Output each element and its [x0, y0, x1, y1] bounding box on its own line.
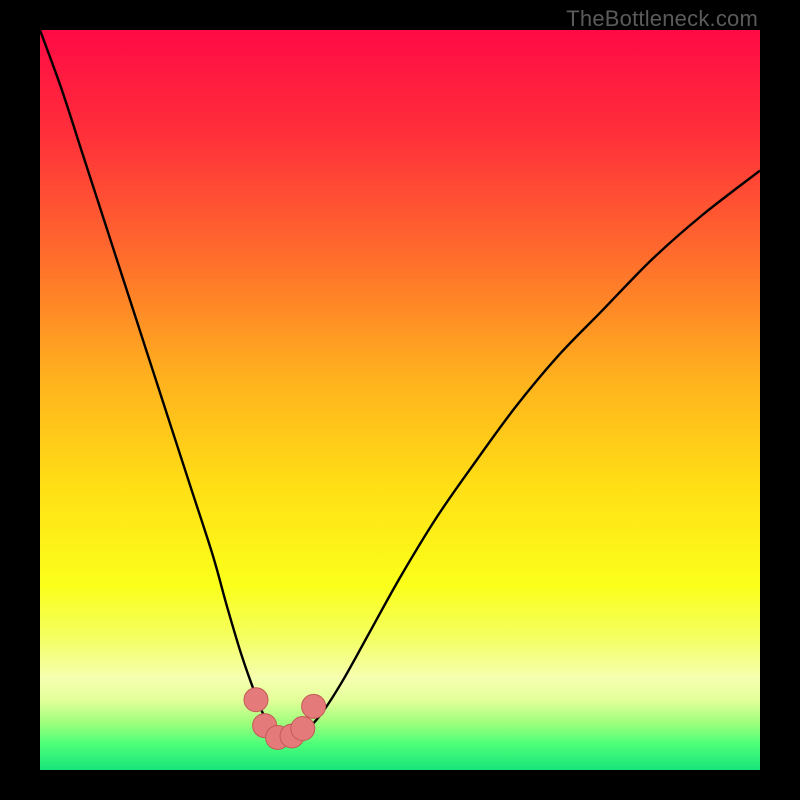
plot-area	[40, 30, 760, 770]
marker-group	[244, 688, 326, 750]
bottleneck-curve	[40, 30, 760, 739]
curve-layer	[40, 30, 760, 770]
curve-marker-5	[302, 694, 326, 718]
curve-marker-0	[244, 688, 268, 712]
curve-marker-4	[291, 717, 315, 741]
outer-frame: TheBottleneck.com	[0, 0, 800, 800]
attribution-text: TheBottleneck.com	[566, 6, 758, 32]
